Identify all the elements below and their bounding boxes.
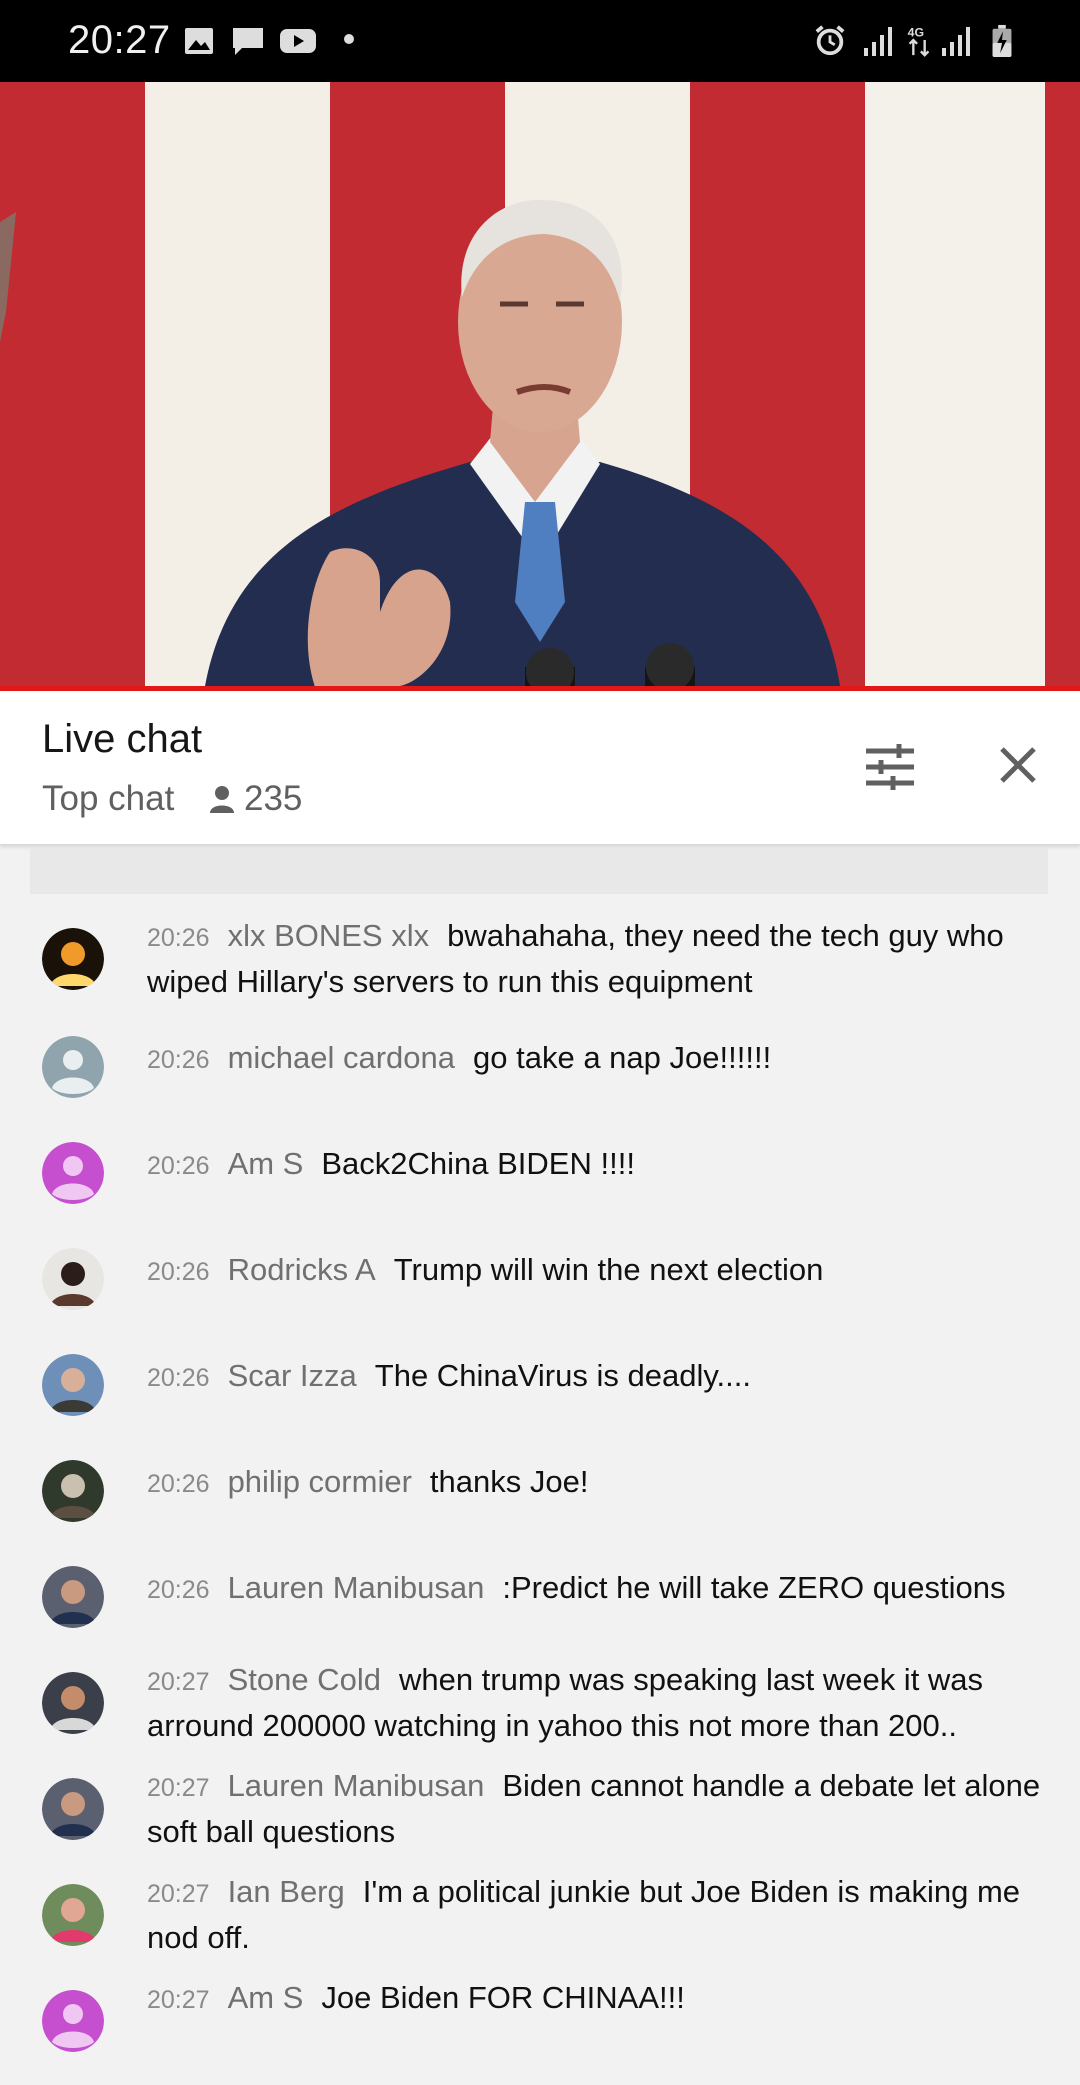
message-body: 20:26 Lauren Manibusan :Predict he will ta… xyxy=(147,1566,1047,1612)
message-text: Joe Biden FOR CHINAA!!! xyxy=(321,1980,685,2015)
alarm-icon xyxy=(815,25,845,56)
message-text: :Predict he will take ZERO questions xyxy=(502,1570,1006,1605)
status-bar: 20:27 4G xyxy=(0,0,1080,82)
message-body: 20:26 Am S Back2China BIDEN !!!! xyxy=(147,1142,1047,1188)
message-timestamp: 20:27 xyxy=(147,1986,210,2014)
image-icon xyxy=(185,28,213,54)
close-chat-button[interactable] xyxy=(996,743,1040,787)
message-author[interactable]: philip cormier xyxy=(228,1464,412,1499)
message-timestamp: 20:26 xyxy=(147,1576,210,1604)
message-timestamp: 20:26 xyxy=(147,1152,210,1180)
message-author[interactable]: Stone Cold xyxy=(228,1662,381,1697)
signal-icon xyxy=(864,27,892,56)
message-text: Trump will win the next election xyxy=(393,1252,824,1287)
live-chat-header: Live chat Top chat 235 xyxy=(0,691,1080,845)
live-chat-title: Live chat xyxy=(42,717,203,761)
svg-text:4G: 4G xyxy=(908,25,924,39)
message-body: 20:26 philip cormier thanks Joe! xyxy=(147,1460,1047,1506)
status-time: 20:27 xyxy=(68,18,171,62)
message-body: 20:26 michael cardona go take a nap Joe!!!… xyxy=(147,1036,1047,1082)
signal-icon-2 xyxy=(942,27,970,56)
message-timestamp: 20:27 xyxy=(147,1880,210,1908)
message-author[interactable]: michael cardona xyxy=(228,1040,455,1075)
pinned-banner xyxy=(30,848,1048,894)
message-icon xyxy=(233,28,263,55)
author-avatar[interactable] xyxy=(42,1672,104,1734)
message-body: 20:27 Stone Cold when trump was speaking l… xyxy=(147,1658,1047,1747)
message-body: 20:26 Scar Izza The ChinaVirus is deadly..… xyxy=(147,1354,1047,1400)
author-avatar[interactable] xyxy=(42,1566,104,1628)
message-body: 20:26 Rodricks A Trump will win the next e… xyxy=(147,1248,1047,1294)
author-avatar[interactable] xyxy=(42,1248,104,1310)
message-author[interactable]: Lauren Manibusan xyxy=(228,1768,485,1803)
4g-data-icon: 4G xyxy=(908,25,930,57)
message-timestamp: 20:26 xyxy=(147,924,210,952)
message-author[interactable]: Rodricks A xyxy=(228,1252,376,1287)
message-author[interactable]: xlx BONES xlx xyxy=(228,918,430,953)
author-avatar[interactable] xyxy=(42,1354,104,1416)
message-body: 20:27 Lauren Manibusan Biden cannot handle… xyxy=(147,1764,1047,1853)
message-body: 20:26 xlx BONES xlx bwahahaha, they need t… xyxy=(147,914,1047,1003)
notification-dot xyxy=(344,34,354,44)
message-timestamp: 20:26 xyxy=(147,1364,210,1392)
video-frame xyxy=(0,82,1080,686)
author-avatar[interactable] xyxy=(42,1884,104,1946)
youtube-icon xyxy=(280,29,316,53)
message-author[interactable]: Scar Izza xyxy=(228,1358,357,1393)
viewer-count-value: 235 xyxy=(244,779,303,818)
person-icon xyxy=(210,786,234,813)
message-text: The ChinaVirus is deadly.... xyxy=(374,1358,751,1393)
message-author[interactable]: Am S xyxy=(228,1980,304,2015)
author-avatar[interactable] xyxy=(42,1142,104,1204)
message-timestamp: 20:26 xyxy=(147,1470,210,1498)
close-icon xyxy=(1000,747,1036,783)
author-avatar[interactable] xyxy=(42,1778,104,1840)
video-player[interactable] xyxy=(0,82,1080,686)
message-timestamp: 20:27 xyxy=(147,1774,210,1802)
message-timestamp: 20:26 xyxy=(147,1046,210,1074)
message-author[interactable]: Ian Berg xyxy=(228,1874,345,1909)
message-body: 20:27 Am S Joe Biden FOR CHINAA!!! xyxy=(147,1976,1047,2022)
filter-settings-button[interactable] xyxy=(862,741,918,793)
top-chat-dropdown[interactable]: Top chat xyxy=(42,779,174,819)
message-author[interactable]: Lauren Manibusan xyxy=(228,1570,485,1605)
message-text: thanks Joe! xyxy=(429,1464,589,1499)
message-text: go take a nap Joe!!!!!! xyxy=(473,1040,772,1075)
battery-charging-icon xyxy=(992,24,1012,58)
author-avatar[interactable] xyxy=(42,1036,104,1098)
author-avatar[interactable] xyxy=(42,1990,104,2052)
message-timestamp: 20:26 xyxy=(147,1258,210,1286)
author-avatar[interactable] xyxy=(42,1460,104,1522)
message-text: Back2China BIDEN !!!! xyxy=(321,1146,635,1181)
author-avatar[interactable] xyxy=(42,928,104,990)
filter-icon xyxy=(866,744,914,790)
message-author[interactable]: Am S xyxy=(228,1146,304,1181)
viewer-count: 235 xyxy=(208,779,302,819)
message-timestamp: 20:27 xyxy=(147,1668,210,1696)
message-body: 20:27 Ian Berg I'm a political junkie but … xyxy=(147,1870,1047,1959)
